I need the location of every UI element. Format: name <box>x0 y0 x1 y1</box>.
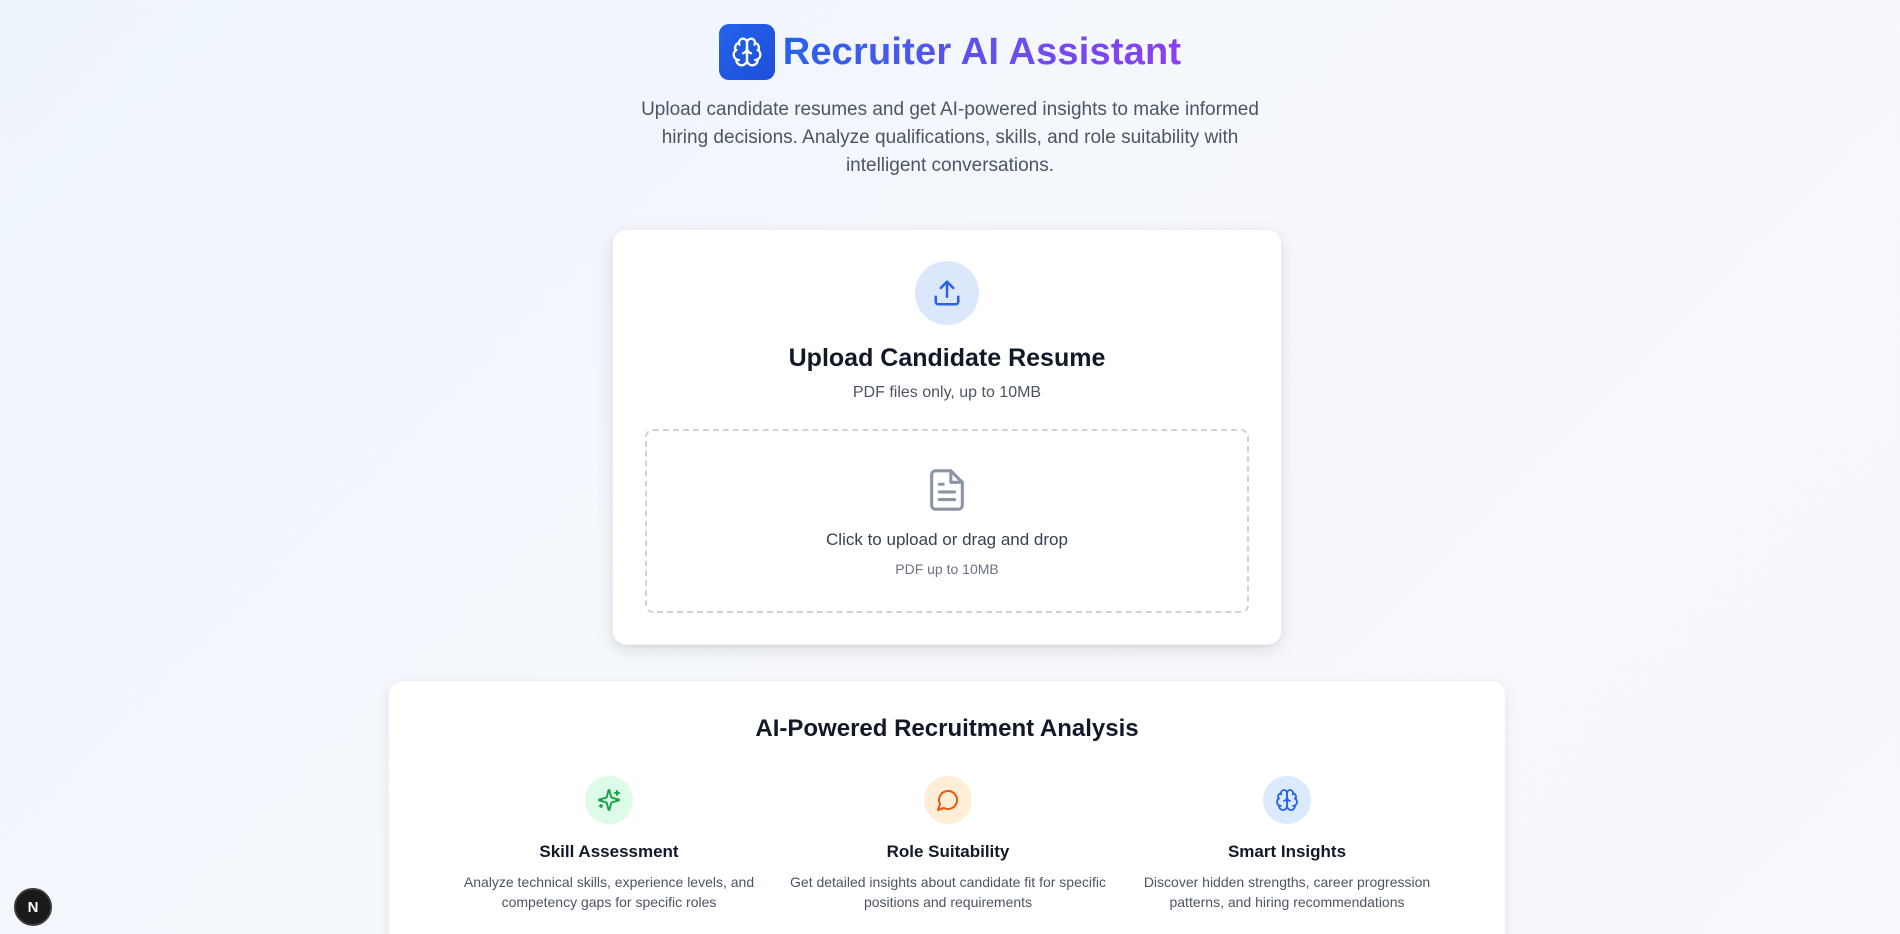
sparkles-icon <box>585 776 633 824</box>
message-circle-icon <box>924 776 972 824</box>
dev-tools-badge[interactable]: N <box>14 888 52 926</box>
feature-skill-assessment: Skill Assessment Analyze technical skill… <box>429 776 789 912</box>
brain-icon <box>718 24 775 80</box>
upload-title: Upload Candidate Resume <box>788 344 1106 372</box>
upload-subtitle: PDF files only, up to 10MB <box>852 384 1042 401</box>
app-header: Recruiter AI Assistant <box>0 24 1900 80</box>
features-card: AI-Powered Recruitment Analysis Skill As… <box>388 680 1506 934</box>
upload-card: Upload Candidate Resume PDF files only, … <box>612 229 1282 645</box>
dropzone-limit: PDF up to 10MB <box>895 561 999 577</box>
app-title: Recruiter AI Assistant <box>782 30 1182 73</box>
feature-title: Smart Insights <box>1227 842 1347 861</box>
feature-description: Get detailed insights about candidate fi… <box>790 874 1106 910</box>
resume-dropzone[interactable]: Click to upload or drag and drop PDF up … <box>645 429 1249 613</box>
feature-title: Role Suitability <box>886 842 1010 861</box>
feature-description: Discover hidden strengths, career progre… <box>1143 874 1431 910</box>
features-title: AI-Powered Recruitment Analysis <box>755 715 1139 742</box>
feature-description: Analyze technical skills, experience lev… <box>463 874 755 910</box>
feature-role-suitability: Role Suitability Get detailed insights a… <box>768 776 1128 912</box>
feature-smart-insights: Smart Insights Discover hidden strengths… <box>1107 776 1467 912</box>
upload-icon <box>915 261 979 325</box>
file-text-icon <box>924 465 970 520</box>
page-subtitle: Upload candidate resumes and get AI-powe… <box>641 99 1259 176</box>
feature-title: Skill Assessment <box>539 842 679 861</box>
dropzone-instruction: Click to upload or drag and drop <box>826 530 1068 549</box>
brain-icon <box>1263 776 1311 824</box>
